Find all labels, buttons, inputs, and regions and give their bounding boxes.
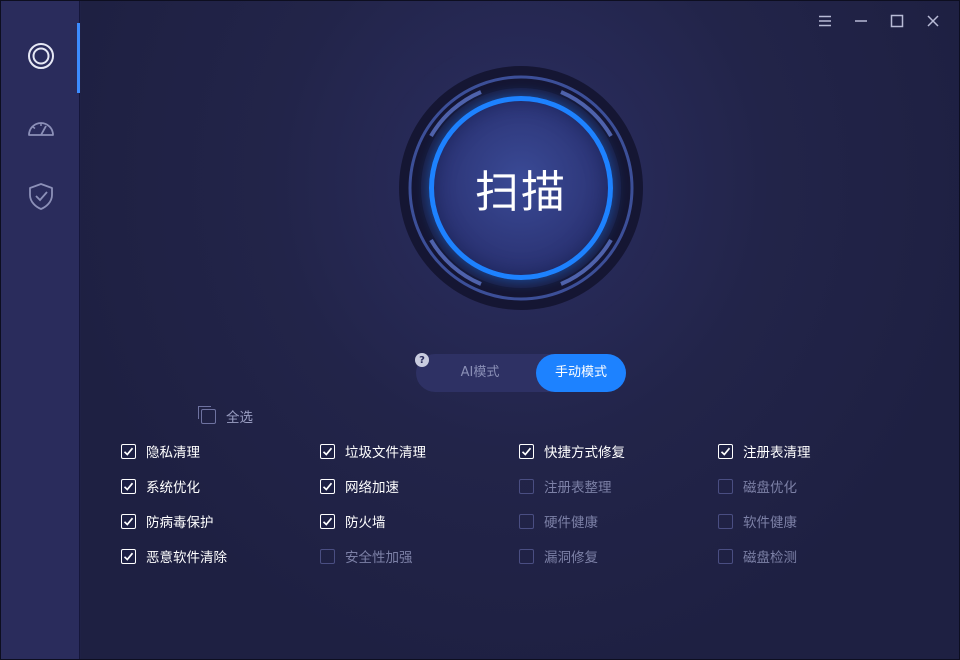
scan-button-label: 扫描 xyxy=(475,167,567,218)
option-label: 系统优化 xyxy=(146,480,200,496)
close-icon xyxy=(927,15,939,27)
option-label: 恶意软件清除 xyxy=(146,550,227,566)
option-checkbox[interactable]: 防病毒保护 xyxy=(121,511,214,531)
maximize-icon xyxy=(890,14,904,28)
checked-box-icon xyxy=(320,513,335,529)
option-label: 快捷方式修复 xyxy=(544,445,625,461)
option-checkbox[interactable]: 恶意软件清除 xyxy=(121,546,227,566)
option-label: 软件健康 xyxy=(743,515,797,531)
unchecked-box-icon xyxy=(519,478,534,494)
shield-check-icon xyxy=(28,183,53,210)
menu-button[interactable] xyxy=(807,7,843,35)
unchecked-box-icon xyxy=(320,548,335,564)
sidebar-item-protect[interactable] xyxy=(1,161,80,231)
ring-icon xyxy=(27,43,54,69)
option-label: 漏洞修复 xyxy=(544,550,598,566)
option-label: 垃圾文件清理 xyxy=(345,445,426,461)
checked-box-icon xyxy=(121,513,136,529)
option-label: 防病毒保护 xyxy=(146,515,214,531)
option-checkbox[interactable]: 快捷方式修复 xyxy=(519,441,625,461)
mode-manual-option[interactable]: 手动模式 xyxy=(536,354,626,392)
option-checkbox[interactable]: 硬件健康 xyxy=(519,511,598,531)
option-checkbox[interactable]: 系统优化 xyxy=(121,476,200,496)
option-label: 防火墙 xyxy=(345,515,386,531)
option-label: 隐私清理 xyxy=(146,445,200,461)
unchecked-box-icon xyxy=(519,548,534,564)
option-checkbox[interactable]: 安全性加强 xyxy=(320,546,413,566)
menu-icon xyxy=(819,15,831,27)
select-all-checkbox[interactable]: 全选 xyxy=(198,405,253,426)
option-checkbox[interactable]: 磁盘检测 xyxy=(718,546,797,566)
option-checkbox[interactable]: 漏洞修复 xyxy=(519,546,598,566)
option-checkbox[interactable]: 垃圾文件清理 xyxy=(320,441,426,461)
close-button[interactable] xyxy=(915,7,951,35)
app-window: 扫描 ? AI模式 手动模式 全选 隐私清理 垃圾文件清理 快捷方式修复 注册表清理系… xyxy=(0,0,960,660)
maximize-button[interactable] xyxy=(879,7,915,35)
window-controls xyxy=(807,7,951,35)
option-checkbox[interactable]: 磁盘优化 xyxy=(718,476,797,496)
option-checkbox[interactable]: 隐私清理 xyxy=(121,441,200,461)
option-label: 硬件健康 xyxy=(544,515,598,531)
unchecked-box-icon xyxy=(718,478,733,494)
option-checkbox[interactable]: 防火墙 xyxy=(320,511,386,531)
option-label: 网络加速 xyxy=(345,480,399,496)
option-label: 注册表整理 xyxy=(544,480,612,496)
unchecked-box-icon xyxy=(718,513,733,529)
option-checkbox[interactable]: 注册表整理 xyxy=(519,476,612,496)
option-label: 磁盘优化 xyxy=(743,480,797,496)
checked-box-icon xyxy=(121,443,136,459)
option-checkbox[interactable]: 注册表清理 xyxy=(718,441,811,461)
mode-toggle: AI模式 手动模式 xyxy=(416,354,626,392)
checked-box-icon xyxy=(519,443,534,459)
checked-box-icon xyxy=(320,443,335,459)
mode-help-icon[interactable]: ? xyxy=(415,353,429,367)
unchecked-box-icon xyxy=(718,548,733,564)
sidebar xyxy=(1,1,80,659)
option-label: 注册表清理 xyxy=(743,445,811,461)
select-all-box xyxy=(198,405,216,424)
mode-ai-option[interactable]: AI模式 xyxy=(430,354,530,392)
option-label: 安全性加强 xyxy=(345,550,413,566)
option-label: 磁盘检测 xyxy=(743,550,797,566)
sidebar-item-speed[interactable] xyxy=(1,93,80,163)
checked-box-icon xyxy=(121,548,136,564)
speedometer-icon xyxy=(27,122,54,136)
checked-box-icon xyxy=(320,478,335,494)
option-checkbox[interactable]: 网络加速 xyxy=(320,476,399,496)
checked-box-icon xyxy=(718,443,733,459)
minimize-icon xyxy=(855,20,867,22)
select-all-label: 全选 xyxy=(226,410,253,426)
sidebar-item-scan[interactable] xyxy=(1,21,80,93)
scan-button[interactable]: 扫描 xyxy=(429,96,613,280)
option-checkbox[interactable]: 软件健康 xyxy=(718,511,797,531)
main-panel: 扫描 ? AI模式 手动模式 全选 隐私清理 垃圾文件清理 快捷方式修复 注册表清理系… xyxy=(81,1,959,659)
minimize-button[interactable] xyxy=(843,7,879,35)
scan-dial: 扫描 xyxy=(371,56,671,316)
checked-box-icon xyxy=(121,478,136,494)
unchecked-box-icon xyxy=(519,513,534,529)
